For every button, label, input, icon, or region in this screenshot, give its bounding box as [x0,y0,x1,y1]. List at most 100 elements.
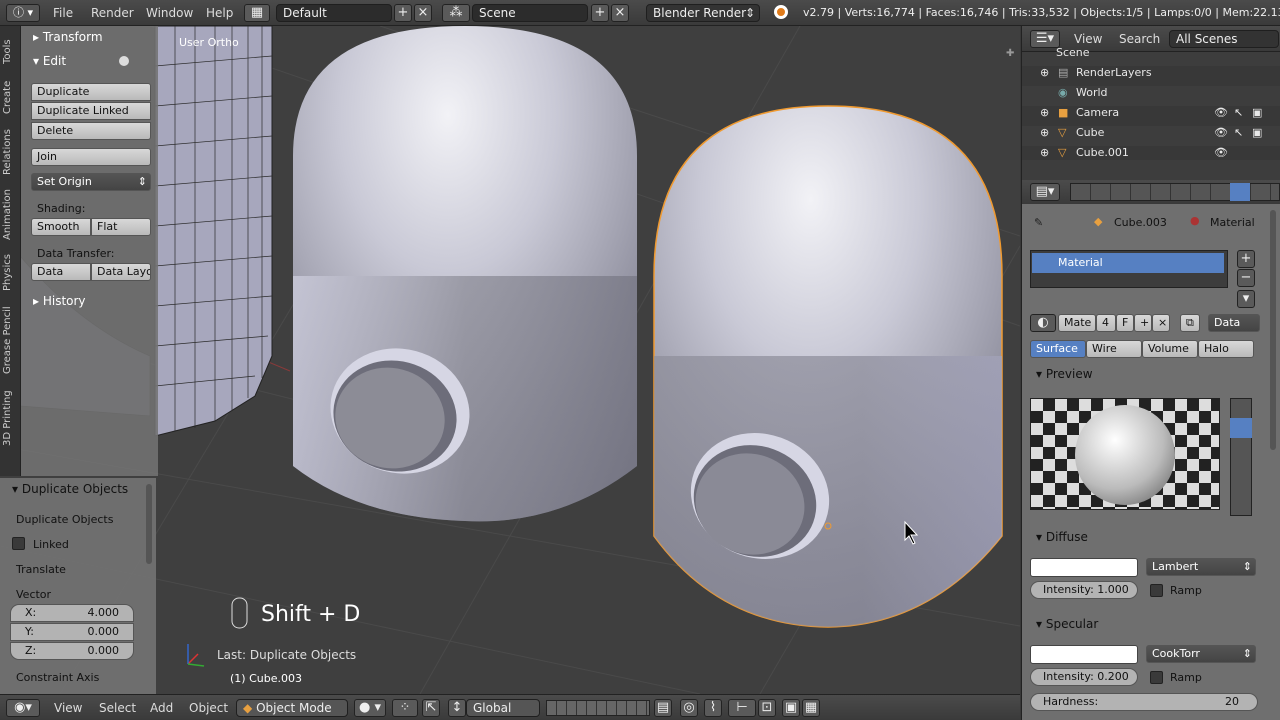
object-cube-003-selected[interactable] [653,105,1003,628]
outliner-row-scene[interactable]: Scene [1022,46,1280,66]
render-icon[interactable]: ▣ [1252,106,1262,119]
eye-icon[interactable]: 👁 [1214,146,1228,159]
smooth-button[interactable]: Smooth [31,218,91,236]
properties-scrollbar[interactable] [1270,210,1276,450]
snap-target-icon[interactable]: ⊡ [758,699,776,717]
material-slot-add-button[interactable]: + [1237,250,1255,268]
layer-buttons[interactable] [546,700,650,716]
layout-remove-button[interactable]: × [414,4,432,22]
menu-file[interactable]: File [53,6,73,20]
material-slot-active[interactable]: Material [1032,253,1224,273]
edit-panel-header[interactable]: ▾ Edit [33,54,66,68]
eye-icon[interactable]: 👁 [1214,106,1228,119]
menu-object[interactable]: Object [189,701,228,715]
tab-tools[interactable]: Tools [2,32,19,72]
vector-z-field[interactable]: Z: 0.000 [10,642,134,660]
tab-halo[interactable]: Halo [1198,340,1254,358]
tab-physics[interactable]: Physics [2,250,19,296]
hardness-field[interactable]: Hardness: 20 [1030,693,1258,711]
render-engine-select[interactable]: Blender Render ⇕ [646,4,760,22]
specular-color-swatch[interactable] [1030,645,1138,664]
menu-window[interactable]: Window [146,6,193,20]
diffuse-ramp-checkbox[interactable] [1150,584,1163,597]
cursor-icon[interactable]: ↖ [1234,126,1243,139]
tab-create[interactable]: Create [2,76,19,118]
duplicate-button[interactable]: Duplicate [31,83,151,101]
menu-help[interactable]: Help [206,6,233,20]
outliner-row-cube[interactable]: ⊕ ▽ Cube 👁 ↖ ▣ [1022,126,1280,146]
material-users-field[interactable]: 4 [1096,314,1116,332]
material-tab-active[interactable] [1230,183,1250,201]
specular-intensity-slider[interactable]: Intensity: 0.200 [1030,668,1138,686]
history-panel-header[interactable]: ▸ History [33,294,86,308]
pivot-select[interactable]: ⁘ [392,699,418,717]
diffuse-panel-header[interactable]: ▾ Diffuse [1036,530,1276,552]
render-still-icon[interactable]: ▣ [782,699,800,717]
vector-y-field[interactable]: Y: 0.000 [10,623,134,641]
join-button[interactable]: Join [31,148,151,166]
outliner-row-renderlayers[interactable]: ⊕ ▤ RenderLayers [1022,66,1280,86]
orientation-select[interactable]: Global [466,699,540,717]
tab-relations[interactable]: Relations [2,124,19,180]
scene-remove-button[interactable]: × [611,4,629,22]
material-name-field[interactable]: Mate [1058,314,1096,332]
data-button[interactable]: Data [31,263,91,281]
diffuse-shader-select[interactable]: Lambert ⇕ [1146,558,1256,576]
specular-shader-select[interactable]: CookTorr ⇕ [1146,645,1256,663]
outliner-row-world[interactable]: ◉ World [1022,86,1280,106]
link-icon[interactable]: ⧉ [1180,314,1200,332]
outliner-search-menu[interactable]: Search [1119,32,1160,46]
proportional-edit-icon[interactable]: ◎ [680,699,698,717]
new-material-button[interactable]: + [1134,314,1152,332]
cursor-icon[interactable]: ↖ [1234,106,1243,119]
scene-icon[interactable]: ⁂ [442,4,470,22]
menu-view[interactable]: View [54,701,82,715]
diffuse-intensity-slider[interactable]: Intensity: 1.000 [1030,581,1138,599]
snap-icon[interactable]: ⌇ [704,699,722,717]
diffuse-color-swatch[interactable] [1030,558,1138,577]
tab-animation[interactable]: Animation [2,186,19,244]
manipulator-icon[interactable]: ↕ [448,699,466,717]
outliner-row-cube-001[interactable]: ⊕ ▽ Cube.001 👁 [1022,146,1280,160]
layout-add-button[interactable]: + [394,4,412,22]
object-cube-left[interactable] [293,26,637,522]
panel-pin-icon[interactable] [119,56,129,66]
eye-icon[interactable]: 👁 [1214,126,1228,139]
material-slot-menu-button[interactable]: ▾ [1237,290,1255,308]
viewport-corner-plus[interactable]: ✚ [1006,48,1014,59]
tab-wire[interactable]: Wire [1086,340,1142,358]
transform-panel-header[interactable]: ▸ Transform [33,30,103,44]
outliner-row-camera[interactable]: ⊕ ■ Camera 👁 ↖ ▣ [1022,106,1280,126]
tab-grease-pencil[interactable]: Grease Pencil [2,302,19,378]
menu-select[interactable]: Select [99,701,136,715]
viewport-shading-select[interactable]: ● ▾ [354,699,386,717]
set-origin-select[interactable]: Set Origin ⇕ [31,173,151,191]
operator-scrollbar[interactable] [146,484,152,564]
menu-render[interactable]: Render [91,6,134,20]
link-data-select[interactable]: Data [1208,314,1260,332]
layout-icon[interactable]: ▦ [244,4,270,22]
data-layout-button[interactable]: Data Layo [91,263,151,281]
specular-panel-header[interactable]: ▾ Specular [1036,617,1276,639]
info-editor-icon[interactable]: ⓘ ▾ [6,4,40,22]
pin-icon[interactable]: ✎ [1034,216,1043,229]
tab-volume[interactable]: Volume [1142,340,1198,358]
preview-sphere-button[interactable] [1230,418,1252,438]
render-anim-icon[interactable]: ▦ [802,699,820,717]
specular-ramp-checkbox[interactable] [1150,671,1163,684]
menu-add[interactable]: Add [150,701,173,715]
preview-type-buttons[interactable] [1230,398,1252,516]
vector-x-field[interactable]: X: 4.000 [10,604,134,622]
outliner-view-menu[interactable]: View [1074,32,1102,46]
editor-type-icon[interactable]: ◉▾ [6,699,40,717]
delete-button[interactable]: Delete [31,122,151,140]
preview-panel-header[interactable]: ▾ Preview [1036,367,1276,389]
material-slot-remove-button[interactable]: − [1237,269,1255,287]
properties-editor-icon[interactable]: ▤▾ [1030,183,1060,201]
fake-user-button[interactable]: F [1116,314,1134,332]
scene-add-button[interactable]: + [591,4,609,22]
duplicate-linked-button[interactable]: Duplicate Linked [31,102,151,120]
tab-3d-printing[interactable]: 3D Printing [2,386,19,450]
operator-panel-header[interactable]: ▾ Duplicate Objects [12,482,128,496]
tab-surface[interactable]: Surface [1030,340,1086,358]
